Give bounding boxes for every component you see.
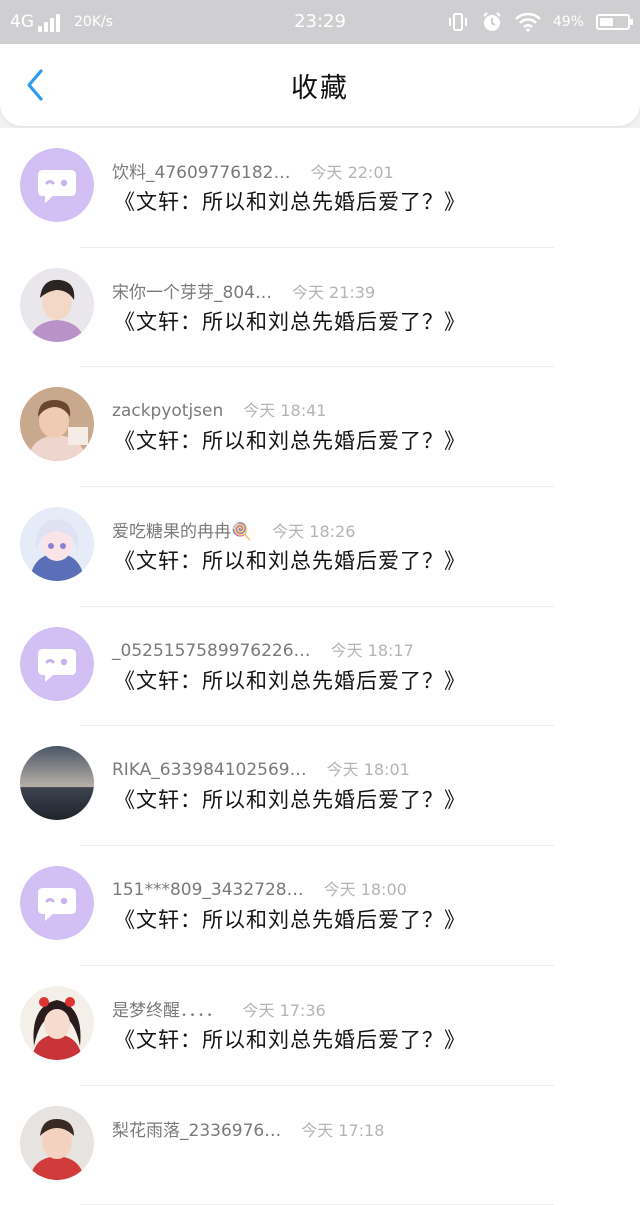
username: 151***809_3432728… bbox=[112, 880, 304, 900]
timestamp: 今天 17:36 bbox=[243, 997, 326, 1021]
message-text: 《文轩：所以和刘总先婚后爱了？》 bbox=[114, 665, 466, 695]
list-item[interactable]: RIKA_633984102569… 今天 18:01 《文轩：所以和刘总先婚后爱了… bbox=[0, 726, 640, 846]
item-meta: 宋你一个芽芽_804… 今天 21:39 bbox=[112, 278, 375, 303]
username: 饮料_47609776182… bbox=[112, 158, 290, 183]
wifi-icon bbox=[515, 12, 541, 32]
avatar[interactable] bbox=[20, 268, 94, 342]
timestamp: 今天 17:18 bbox=[301, 1117, 384, 1141]
item-meta: 饮料_47609776182… 今天 22:01 bbox=[112, 158, 394, 183]
message-text: 《文轩：所以和刘总先婚后爱了？》 bbox=[114, 904, 466, 934]
message-text: 《文轩：所以和刘总先婚后爱了？》 bbox=[114, 784, 466, 814]
battery-fill bbox=[600, 18, 613, 26]
favorites-list: 饮料_47609776182…今天 22:01《文轩：所以和刘总先婚后爱了？》宋… bbox=[0, 128, 640, 1205]
username: zackpyotjsen bbox=[112, 401, 223, 421]
timestamp: 今天 21:39 bbox=[292, 279, 375, 303]
chat-default-icon[interactable] bbox=[20, 866, 94, 940]
timestamp: 今天 22:01 bbox=[310, 159, 393, 183]
avatar[interactable] bbox=[20, 387, 94, 461]
username: 宋你一个芽芽_804… bbox=[112, 278, 272, 303]
item-meta: zackpyotjsen 今天 18:41 bbox=[112, 397, 326, 421]
list-item[interactable]: 饮料_47609776182… 今天 22:01 《文轩：所以和刘总先婚后爱了？》 bbox=[0, 128, 640, 248]
timestamp: 今天 18:00 bbox=[324, 876, 407, 900]
list-item[interactable]: 宋你一个芽芽_804… 今天 21:39 《文轩：所以和刘总先婚后爱了？》 bbox=[0, 248, 640, 368]
item-meta: 是梦终醒．．．． 今天 17:36 bbox=[112, 996, 326, 1021]
status-bar: 4G 20K/s 23:29 49% bbox=[0, 0, 640, 44]
item-meta: _0525157589976226… 今天 18:17 bbox=[112, 637, 414, 661]
chat-default-icon[interactable] bbox=[20, 148, 94, 222]
username: RIKA_633984102569… bbox=[112, 760, 307, 780]
timestamp: 今天 18:17 bbox=[331, 637, 414, 661]
status-right: 49% bbox=[447, 0, 630, 44]
item-meta: 梨花雨落_2336976… 今天 17:18 bbox=[112, 1116, 384, 1141]
page-title: 收藏 bbox=[0, 44, 640, 126]
message-text: 《文轩：所以和刘总先婚后爱了？》 bbox=[114, 186, 466, 216]
alarm-icon bbox=[481, 11, 503, 33]
avatar[interactable] bbox=[20, 1106, 94, 1180]
nav-header: 收藏 bbox=[0, 44, 640, 126]
message-text: 《文轩：所以和刘总先婚后爱了？》 bbox=[114, 545, 466, 575]
list-item[interactable]: 151***809_3432728… 今天 18:00 《文轩：所以和刘总先婚后爱了… bbox=[0, 846, 640, 966]
item-meta: 爱吃糖果的冉冉🍭 今天 18:26 bbox=[112, 517, 355, 542]
message-text: 《文轩：所以和刘总先婚后爱了？》 bbox=[114, 306, 466, 336]
list-item[interactable]: 是梦终醒．．．． 今天 17:36 《文轩：所以和刘总先婚后爱了？》 bbox=[0, 966, 640, 1086]
item-meta: 151***809_3432728… 今天 18:00 bbox=[112, 876, 407, 900]
list-item[interactable]: 爱吃糖果的冉冉🍭 今天 18:26 《文轩：所以和刘总先婚后爱了？》 bbox=[0, 487, 640, 607]
avatar[interactable] bbox=[20, 507, 94, 581]
timestamp: 今天 18:41 bbox=[243, 397, 326, 421]
item-meta: RIKA_633984102569… 今天 18:01 bbox=[112, 756, 410, 780]
avatar[interactable] bbox=[20, 746, 94, 820]
battery-icon bbox=[596, 14, 630, 30]
username: _0525157589976226… bbox=[112, 641, 311, 661]
username: 是梦终醒．．．． bbox=[112, 996, 223, 1021]
username: 爱吃糖果的冉冉🍭 bbox=[112, 517, 252, 542]
timestamp: 今天 18:26 bbox=[272, 518, 355, 542]
message-text: 《文轩：所以和刘总先婚后爱了？》 bbox=[114, 1024, 466, 1054]
vibrate-icon bbox=[447, 12, 469, 32]
avatar[interactable] bbox=[20, 986, 94, 1060]
list-item[interactable]: zackpyotjsen 今天 18:41 《文轩：所以和刘总先婚后爱了？》 bbox=[0, 367, 640, 487]
username: 梨花雨落_2336976… bbox=[112, 1116, 281, 1141]
timestamp: 今天 18:01 bbox=[327, 756, 410, 780]
chat-default-icon[interactable] bbox=[20, 627, 94, 701]
battery-percent: 49% bbox=[553, 14, 584, 30]
message-text: 《文轩：所以和刘总先婚后爱了？》 bbox=[114, 425, 466, 455]
list-item[interactable]: 梨花雨落_2336976… 今天 17:18 bbox=[0, 1086, 640, 1205]
list-item[interactable]: _0525157589976226… 今天 18:17 《文轩：所以和刘总先婚后爱了… bbox=[0, 607, 640, 727]
